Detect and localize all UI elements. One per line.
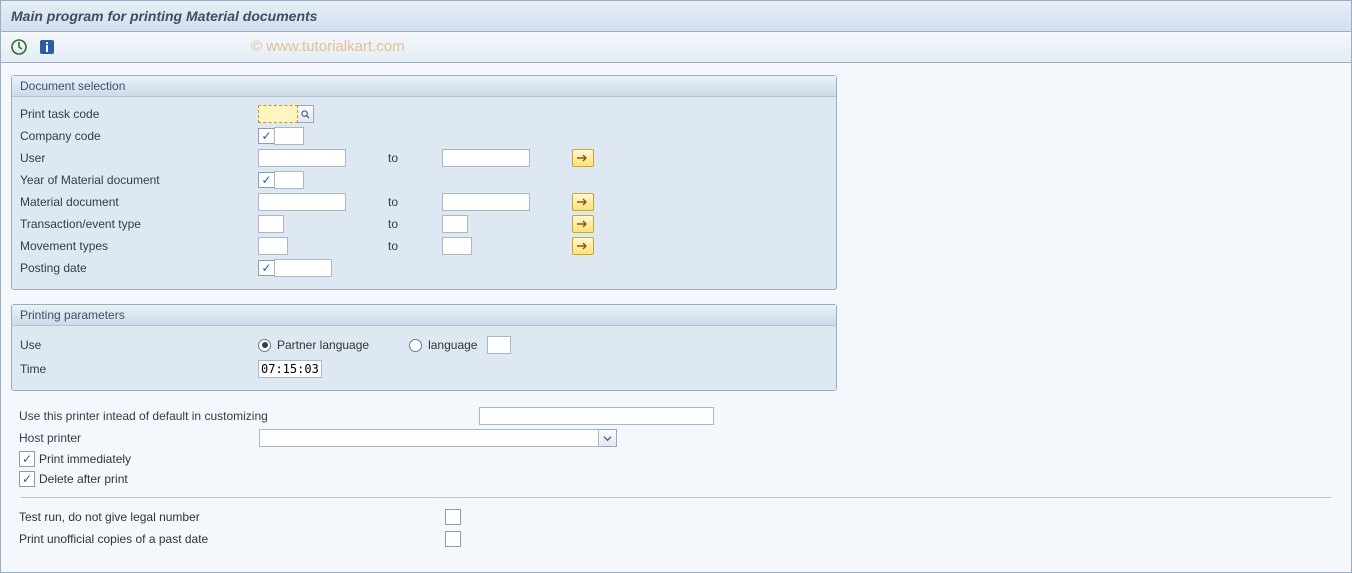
label-partner-language: Partner language: [277, 338, 369, 352]
info-icon: [37, 37, 57, 57]
label-to-trans-event: to: [388, 217, 442, 231]
multiselect-trans-event[interactable]: [572, 215, 594, 233]
chevron-down-icon: [603, 434, 612, 443]
execute-button[interactable]: [9, 37, 29, 57]
label-host-printer: Host printer: [19, 431, 259, 445]
app-toolbar: © www.tutorialkart.com: [1, 32, 1351, 63]
label-use: Use: [20, 338, 258, 352]
arrow-right-icon: [577, 198, 589, 206]
label-user: User: [20, 151, 258, 165]
label-print-immediately: Print immediately: [39, 452, 131, 466]
input-print-task-code[interactable]: [258, 105, 298, 123]
separator: [21, 497, 1331, 498]
label-test-run: Test run, do not give legal number: [19, 510, 445, 524]
label-trans-event-type: Transaction/event type: [20, 217, 258, 231]
radio-language[interactable]: [409, 339, 422, 352]
input-printer-override[interactable]: [479, 407, 714, 425]
label-print-unofficial: Print unofficial copies of a past date: [19, 532, 445, 546]
checkbox-delete-after-print[interactable]: [19, 471, 35, 487]
checkbox-print-immediately[interactable]: [19, 451, 35, 467]
group-title-printing-parameters: Printing parameters: [12, 305, 836, 326]
group-document-selection: Document selection Print task code Compa…: [11, 75, 837, 290]
multiselect-movement[interactable]: [572, 237, 594, 255]
label-language: language: [428, 338, 477, 352]
label-year-material-doc: Year of Material document: [20, 173, 258, 187]
arrow-right-icon: [577, 154, 589, 162]
label-movement-types: Movement types: [20, 239, 258, 253]
input-movement-to[interactable]: [442, 237, 472, 255]
input-company-code[interactable]: [274, 127, 304, 145]
radio-partner-language[interactable]: [258, 339, 271, 352]
title-bar: Main program for printing Material docum…: [1, 1, 1351, 32]
watermark-text: © www.tutorialkart.com: [251, 38, 405, 55]
label-time: Time: [20, 362, 258, 376]
multiselect-user[interactable]: [572, 149, 594, 167]
label-to-user: to: [388, 151, 442, 165]
arrow-right-icon: [577, 242, 589, 250]
checkbox-company-code[interactable]: [258, 128, 274, 144]
f4-print-task-code[interactable]: [298, 105, 314, 123]
dropdown-host-printer[interactable]: [599, 429, 617, 447]
clock-execute-icon: [9, 37, 29, 57]
checkbox-test-run[interactable]: [445, 509, 461, 525]
group-title-document-selection: Document selection: [12, 76, 836, 97]
search-help-icon: [301, 110, 310, 119]
label-to-movement: to: [388, 239, 442, 253]
input-material-doc-from[interactable]: [258, 193, 346, 211]
input-language[interactable]: [487, 336, 511, 354]
checkbox-posting-date[interactable]: [258, 260, 274, 276]
input-trans-event-to[interactable]: [442, 215, 468, 233]
content-area: Document selection Print task code Compa…: [1, 63, 1351, 562]
label-posting-date: Posting date: [20, 261, 258, 275]
input-user-from[interactable]: [258, 149, 346, 167]
input-posting-date[interactable]: [274, 259, 332, 277]
label-printer-override: Use this printer intead of default in cu…: [19, 409, 479, 423]
input-material-doc-to[interactable]: [442, 193, 530, 211]
page-title: Main program for printing Material docum…: [11, 8, 317, 24]
label-company-code: Company code: [20, 129, 258, 143]
input-time[interactable]: [258, 360, 322, 378]
label-to-material-doc: to: [388, 195, 442, 209]
input-trans-event-from[interactable]: [258, 215, 284, 233]
checkbox-year-material-doc[interactable]: [258, 172, 274, 188]
multiselect-material-doc[interactable]: [572, 193, 594, 211]
input-host-printer[interactable]: [259, 429, 599, 447]
input-user-to[interactable]: [442, 149, 530, 167]
info-button[interactable]: [37, 37, 57, 57]
label-delete-after-print: Delete after print: [39, 472, 128, 486]
sap-window: Main program for printing Material docum…: [0, 0, 1352, 573]
arrow-right-icon: [577, 220, 589, 228]
checkbox-print-unofficial[interactable]: [445, 531, 461, 547]
input-year-material-doc[interactable]: [274, 171, 304, 189]
label-print-task-code: Print task code: [20, 107, 258, 121]
group-printing-parameters: Printing parameters Use Partner language…: [11, 304, 837, 391]
input-movement-from[interactable]: [258, 237, 288, 255]
combo-host-printer[interactable]: [259, 429, 617, 447]
label-material-doc: Material document: [20, 195, 258, 209]
